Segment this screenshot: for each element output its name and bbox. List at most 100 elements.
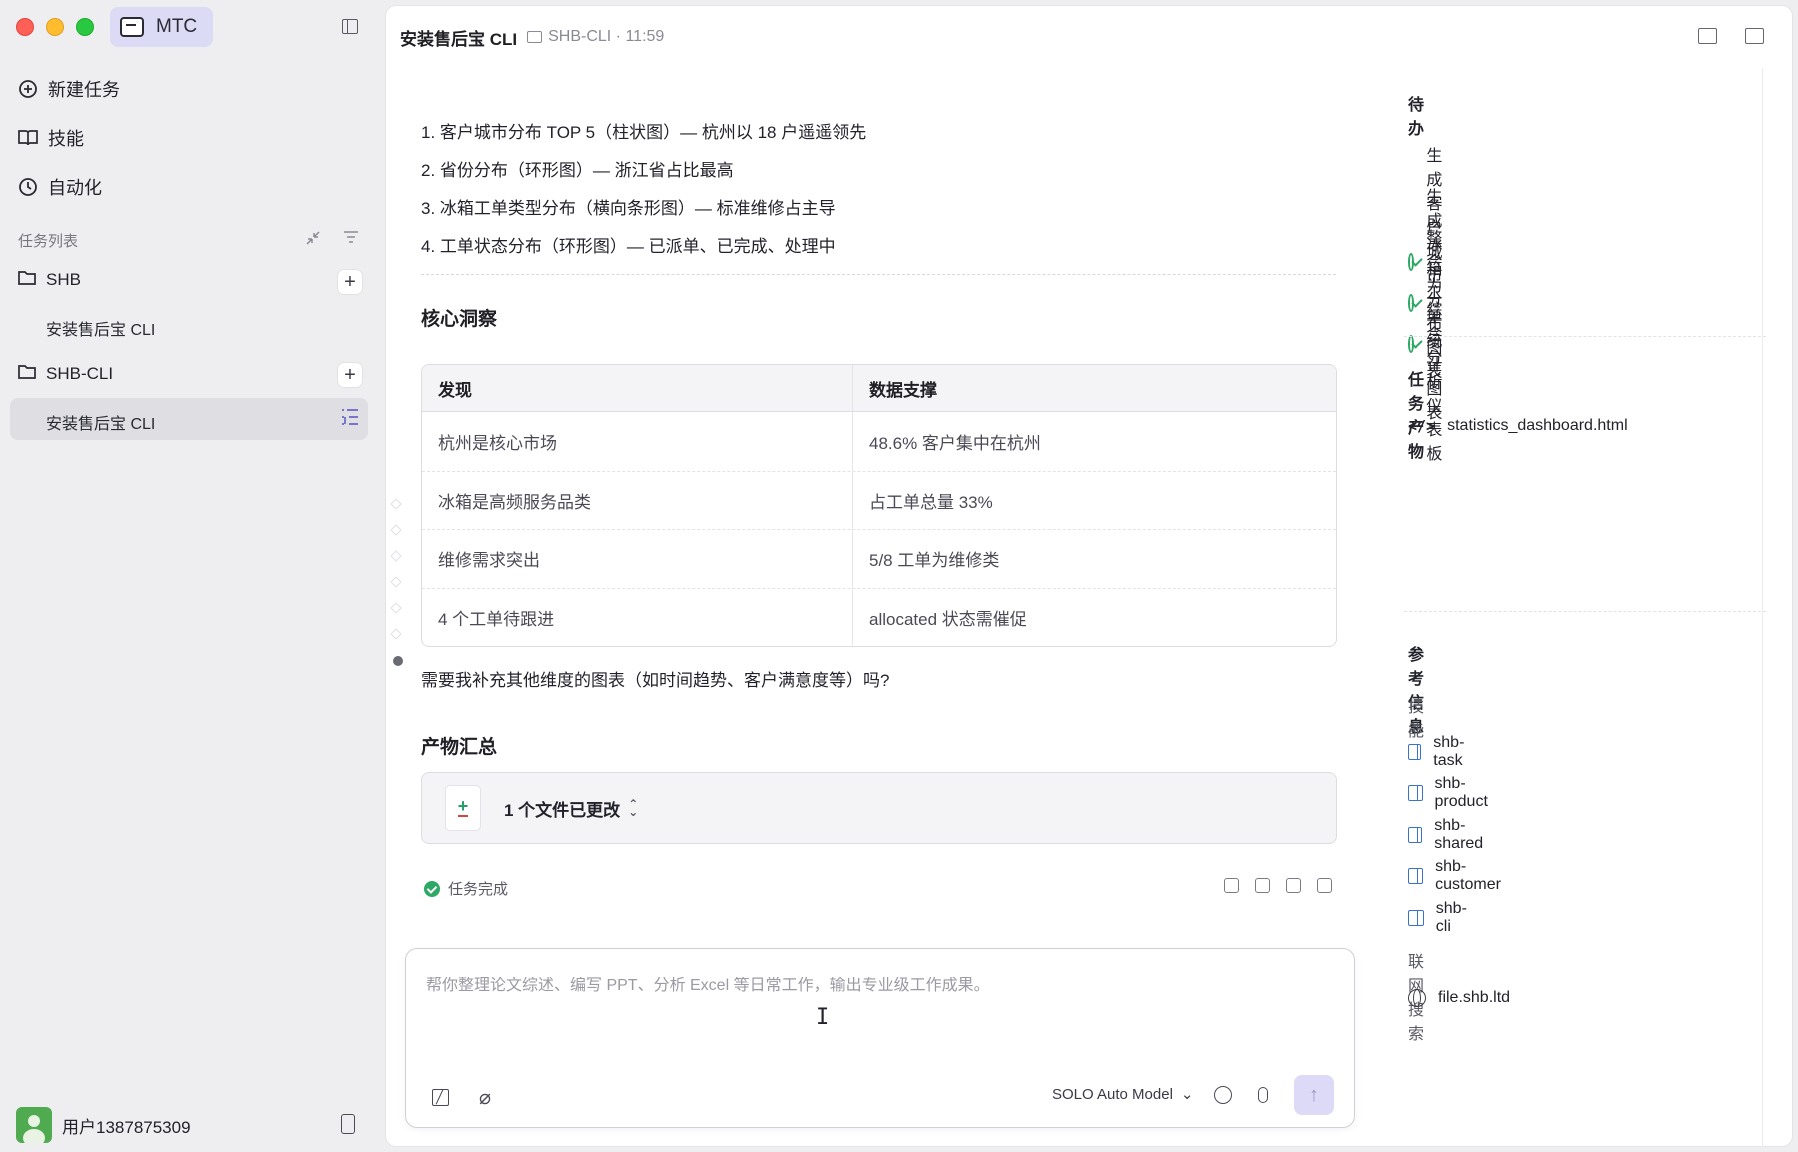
model-selector[interactable]: SOLO Auto Model ⌄	[1052, 1085, 1194, 1104]
breadcrumb: SHB-CLI · 11:59	[527, 28, 664, 46]
composer-left-tools: ⌀	[432, 1085, 491, 1110]
brand-label: MTC	[156, 16, 198, 37]
timeline-marker[interactable]	[390, 628, 402, 640]
slash-command-icon[interactable]	[432, 1089, 449, 1106]
table-cell: allocated 状态需催促	[869, 609, 1027, 629]
model-label: SOLO Auto Model	[1052, 1085, 1173, 1103]
nav-skills[interactable]: 技能	[18, 123, 84, 153]
follow-up-question: 需要我补充其他维度的图表（如时间趋势、客户满意度等）吗?	[421, 671, 890, 690]
table-cell: 维修需求突出	[422, 530, 853, 588]
attachment-icon[interactable]: ⌀	[479, 1085, 491, 1110]
regenerate-icon[interactable]	[1317, 878, 1332, 893]
add-task-button[interactable]: +	[338, 363, 362, 387]
timeline-marker[interactable]	[390, 576, 402, 588]
skill-name: shb-product	[1434, 775, 1488, 810]
minimize-window-button[interactable]	[46, 18, 64, 36]
list-item: 3. 冰箱工单类型分布（横向条形图）— 标准维修占主导	[421, 199, 836, 218]
book-icon	[1408, 744, 1422, 760]
user-profile[interactable]: 用户1387875309	[16, 1107, 191, 1143]
table-row: 杭州是核心市场 48.6% 客户集中在杭州	[422, 412, 1336, 471]
search-link-label: file.shb.ltd	[1438, 989, 1511, 1006]
chevron-down-icon: ⌄	[1180, 1086, 1194, 1103]
table-header: 发现 数据支撑	[422, 365, 1336, 412]
table-cell: 冰箱是高频服务品类	[422, 471, 853, 529]
device-icon[interactable]	[341, 1114, 355, 1134]
artifacts-heading: 产物汇总	[421, 737, 498, 758]
task-item[interactable]: 安装售后宝 CLI	[46, 316, 155, 340]
nav-skills-label: 技能	[48, 129, 84, 149]
timeline-markers	[390, 498, 402, 640]
table-cell: 杭州是核心市场	[422, 412, 853, 471]
task-status: 任务完成	[424, 878, 508, 899]
close-window-button[interactable]	[16, 18, 34, 36]
group-shb-cli[interactable]: SHB-CLI	[18, 364, 113, 384]
insights-heading: 核心洞察	[421, 309, 498, 330]
skill-link[interactable]: shb-task	[1408, 734, 1471, 770]
zoom-window-button[interactable]	[76, 18, 94, 36]
copy-icon[interactable]	[1286, 878, 1301, 893]
nav-new-task[interactable]: 新建任务	[18, 74, 120, 104]
timeline-marker-active[interactable]	[393, 656, 403, 666]
search-link[interactable]: file.shb.ltd	[1408, 989, 1510, 1007]
task-item-active[interactable]: 安装售后宝 CLI	[46, 410, 155, 434]
new-task-icon	[18, 79, 38, 99]
message-actions	[1224, 878, 1332, 893]
thumbs-down-icon[interactable]	[1255, 878, 1270, 893]
main-panel: 安装售后宝 CLI SHB-CLI · 11:59 1. 客户城市分布 TOP …	[386, 6, 1792, 1146]
table-row: 维修需求突出 5/8 工单为维修类	[422, 529, 1336, 588]
folder-icon	[18, 270, 36, 290]
changed-files-toggle[interactable]: 1 个文件已更改 ⌃ ⌄	[504, 796, 638, 821]
divider	[1404, 336, 1766, 337]
changed-files-card[interactable]: + 1 个文件已更改 ⌃ ⌄	[421, 772, 1337, 844]
sidebar: MTC 新建任务 技能 自动化 任务列表 SHB + 安装售后宝 CLI SHB…	[0, 0, 384, 1152]
task-outline-icon[interactable]	[340, 408, 360, 428]
top-actions	[1698, 28, 1764, 44]
filter-icon[interactable]	[343, 230, 359, 250]
collapse-all-icon[interactable]	[305, 230, 321, 250]
folder-icon	[527, 31, 543, 43]
clock-icon	[18, 177, 38, 197]
thumbs-up-icon[interactable]	[1224, 878, 1239, 893]
timeline-marker[interactable]	[390, 524, 402, 536]
add-task-button[interactable]: +	[338, 270, 362, 294]
skill-link[interactable]: shb-product	[1408, 775, 1493, 811]
summary-list: 1. 客户城市分布 TOP 5（柱状图）— 杭州以 18 户遥遥领先 2. 省份…	[421, 114, 866, 266]
output-file-name: statistics_dashboard.html	[1447, 417, 1628, 434]
group-name: SHB	[46, 270, 81, 289]
divider	[1404, 611, 1766, 612]
outputs-heading: 任务产物	[1408, 372, 1425, 461]
skill-link[interactable]: shb-cli	[1408, 900, 1471, 936]
skill-link[interactable]: shb-shared	[1408, 817, 1489, 853]
todo-heading: 待办	[1408, 97, 1425, 138]
window-controls	[16, 18, 94, 36]
nav-automation[interactable]: 自动化	[18, 172, 102, 202]
sidebar-toggle-icon[interactable]	[342, 19, 358, 34]
book-icon	[1408, 827, 1423, 843]
microphone-icon[interactable]	[1258, 1087, 1268, 1103]
panel-toggle-icon[interactable]	[1745, 28, 1764, 44]
timeline-marker[interactable]	[390, 550, 402, 562]
voice-chat-icon[interactable]	[1214, 1086, 1232, 1104]
top-bar: 安装售后宝 CLI SHB-CLI · 11:59	[386, 6, 1792, 68]
timeline-marker[interactable]	[390, 498, 402, 510]
task-status-label: 任务完成	[448, 881, 509, 898]
composer: I ⌀ SOLO Auto Model ⌄ ↑	[405, 948, 1355, 1128]
skill-name: shb-shared	[1434, 817, 1484, 852]
app-logo-icon	[120, 17, 144, 37]
prompt-input[interactable]	[426, 977, 1326, 995]
send-button[interactable]: ↑	[1294, 1075, 1334, 1115]
breadcrumb-text: SHB-CLI · 11:59	[548, 28, 665, 45]
skill-link[interactable]: shb-customer	[1408, 858, 1506, 894]
column-header: 数据支撑	[869, 380, 937, 400]
timeline-marker[interactable]	[390, 602, 402, 614]
check-circle-icon	[1408, 335, 1415, 353]
folder-icon	[18, 364, 36, 384]
list-item: 2. 省份分布（环形图）— 浙江省占比最高	[421, 161, 734, 180]
group-shb[interactable]: SHB	[18, 270, 81, 290]
output-file[interactable]: </> statistics_dashboard.html	[1408, 417, 1628, 435]
avatar	[16, 1107, 52, 1143]
task-list-tools	[305, 230, 359, 250]
workspace-switcher[interactable]: MTC	[110, 7, 213, 47]
terminal-icon[interactable]	[1698, 28, 1717, 44]
skills-book-icon	[18, 128, 38, 148]
